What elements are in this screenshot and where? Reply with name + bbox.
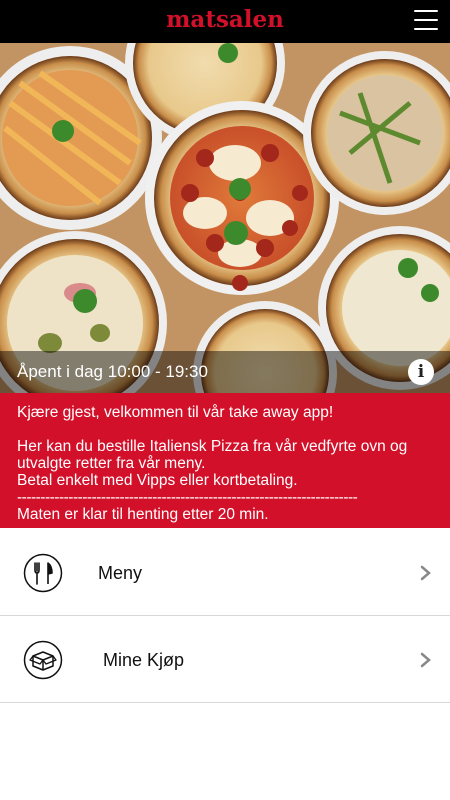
welcome-line-2: Her kan du bestille Italiensk Pizza fra … bbox=[17, 438, 408, 455]
box-icon bbox=[23, 640, 63, 680]
welcome-line-3: utvalgte retter fra vår meny. bbox=[17, 455, 206, 472]
chevron-right-icon bbox=[420, 652, 431, 668]
chevron-right-icon bbox=[420, 565, 431, 581]
welcome-line-4: Betal enkelt med Vipps eller kortbetalin… bbox=[17, 472, 298, 489]
welcome-separator: ----------------------------------------… bbox=[17, 489, 358, 506]
top-bar: matsalen bbox=[0, 0, 450, 43]
matsalen-logo: matsalen bbox=[166, 6, 284, 33]
nav-label-mine-kjop: Mine Kjøp bbox=[103, 650, 185, 670]
opening-hours-text: Åpent i dag 10:00 - 19:30 bbox=[17, 362, 208, 381]
hamburger-menu-icon[interactable] bbox=[414, 10, 438, 32]
nav-row-meny[interactable]: Meny bbox=[0, 529, 450, 616]
welcome-line-5: Maten er klar til henting etter 20 min. bbox=[17, 506, 269, 523]
pizza-photo bbox=[0, 43, 450, 393]
welcome-line-1: Kjære gjest, velkommen til vår take away… bbox=[17, 404, 334, 421]
hero-image: Åpent i dag 10:00 - 19:30 i bbox=[0, 43, 450, 393]
nav-row-mine-kjop[interactable]: Mine Kjøp bbox=[0, 616, 450, 703]
nav-label-meny: Meny bbox=[98, 563, 143, 583]
opening-hours-bar: Åpent i dag 10:00 - 19:30 i bbox=[0, 351, 450, 393]
welcome-message: Kjære gjest, velkommen til vår take away… bbox=[0, 393, 450, 528]
cutlery-icon bbox=[23, 553, 63, 593]
info-icon[interactable]: i bbox=[408, 359, 434, 385]
